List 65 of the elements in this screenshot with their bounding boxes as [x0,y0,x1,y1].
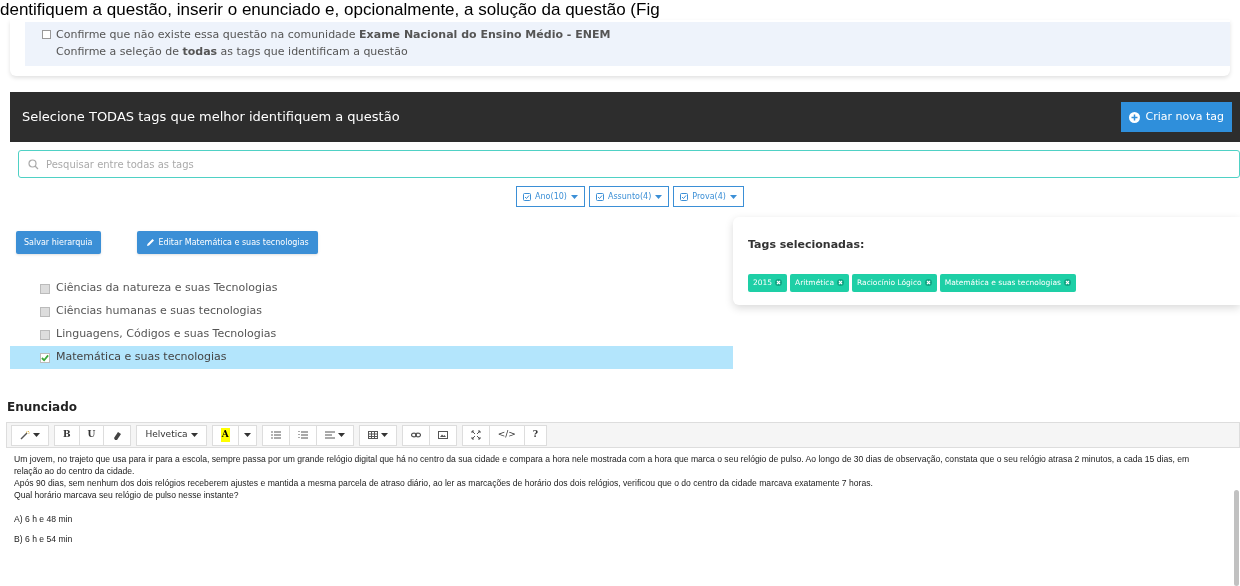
checkbox[interactable] [40,306,50,317]
checkbox-icon [680,192,689,201]
toolbar-button[interactable] [428,424,457,446]
filter-dropdown[interactable]: Prova(4) [673,186,744,207]
caret-icon [380,433,388,437]
tree-item[interactable]: Ciências humanas e suas tecnologias [10,300,733,323]
toolbar-button[interactable] [401,424,430,446]
eraser-icon [112,430,123,440]
answer-option: B) 6 h e 54 min [14,533,1210,545]
scrollbar-thumb[interactable] [1234,490,1239,586]
notice-text: Confirme a seleção de todas as tags que identificam a questão [56,44,408,60]
toolbar-button[interactable] [358,424,397,446]
answer-option: A) 6 h e 48 min [14,513,1210,525]
align-icon [324,430,335,440]
remove-icon[interactable] [837,279,844,286]
caret-icon [337,433,345,437]
caret-icon [190,433,198,437]
image-icon [437,430,448,440]
question-text: Após 90 dias, sem nenhum dos dois relógios receberem ajustes e mantida a mesma parcela de atraso diário, ao ler as marcações de horário dos dois relógios, verificou que o do centro da cidade marcava exatamente 7 horas. [14,477,874,489]
toolbar-button[interactable]: ? [523,424,548,446]
checkbox[interactable] [40,352,50,363]
remove-icon[interactable] [924,279,932,286]
toolbar-button[interactable] [103,424,132,446]
panel-title: Selecione TODAS tags que melhor identifiquem a questão [22,108,400,127]
toolbar-button[interactable]: U [78,424,105,446]
tree-item[interactable]: Linguagens, Códigos e suas Tecnologias [10,323,733,346]
toolbar-button[interactable]: Helvetica [136,424,207,446]
tree-item[interactable]: Ciências da natureza e suas Tecnologias [10,277,733,300]
caret-icon [243,433,251,437]
notice-text: Confirme que não existe essa questão na comunidade Exame Nacional do Ensino Médio - ENEM [56,27,611,43]
filter-dropdown[interactable]: Assunto(4) [588,186,670,207]
caret-icon [33,433,40,437]
pencil-icon [145,238,155,247]
numbered-list-icon [297,430,308,440]
checkbox[interactable] [42,30,51,39]
highlight-swatch: A [220,428,230,442]
link-icon [410,430,421,440]
checkbox[interactable] [40,329,50,340]
plus-circle-icon [1129,111,1141,123]
table-icon [367,430,378,440]
fullscreen-icon [470,430,481,440]
toolbar-button[interactable]: </> [488,424,525,446]
caret-icon [655,194,663,199]
filter-dropdown[interactable]: Ano(10) [516,186,585,207]
checkbox-icon [595,192,604,201]
toolbar-button[interactable] [237,424,257,446]
toolbar-button[interactable]: B [54,424,80,446]
page-heading: dentifiquem a questão, inserir o enunciado e, opcionalmente, a solução da questão (Fig [0,0,661,20]
search-field[interactable]: Pesquisar entre todas as tags [18,150,1240,178]
question-text: Um jovem, no trajeto que usa para ir para a escola, sempre passa por um grande relógio digital que há no centro da sua cidade e compara a hora nele mostrada com a hora que marca o seu relógio de pulso. Ao longo de 30 dias de observação, constata que o seu relógio atrasa 2 minutos, a cada 15 dias, em relação ao do centro da cidade. [14,453,1191,477]
toolbar-button[interactable]: A [211,424,239,446]
caret-icon [570,194,578,199]
wand-icon [20,430,30,440]
caret-icon [729,194,737,199]
question-text: Qual horário marcava seu relógio de pulso nesse instante? [14,489,240,501]
remove-icon[interactable] [1063,279,1071,286]
bullet-list-icon [270,430,281,440]
section-title: Enunciado [6,399,78,416]
search-icon [28,159,39,170]
tree-item[interactable]: Matemática e suas tecnologias [10,346,733,369]
remove-icon[interactable] [775,279,783,286]
checkbox-icon [523,192,532,201]
checkbox[interactable] [40,283,50,294]
toolbar-button[interactable] [11,424,49,446]
card-title: Tags selecionadas: [748,237,866,253]
